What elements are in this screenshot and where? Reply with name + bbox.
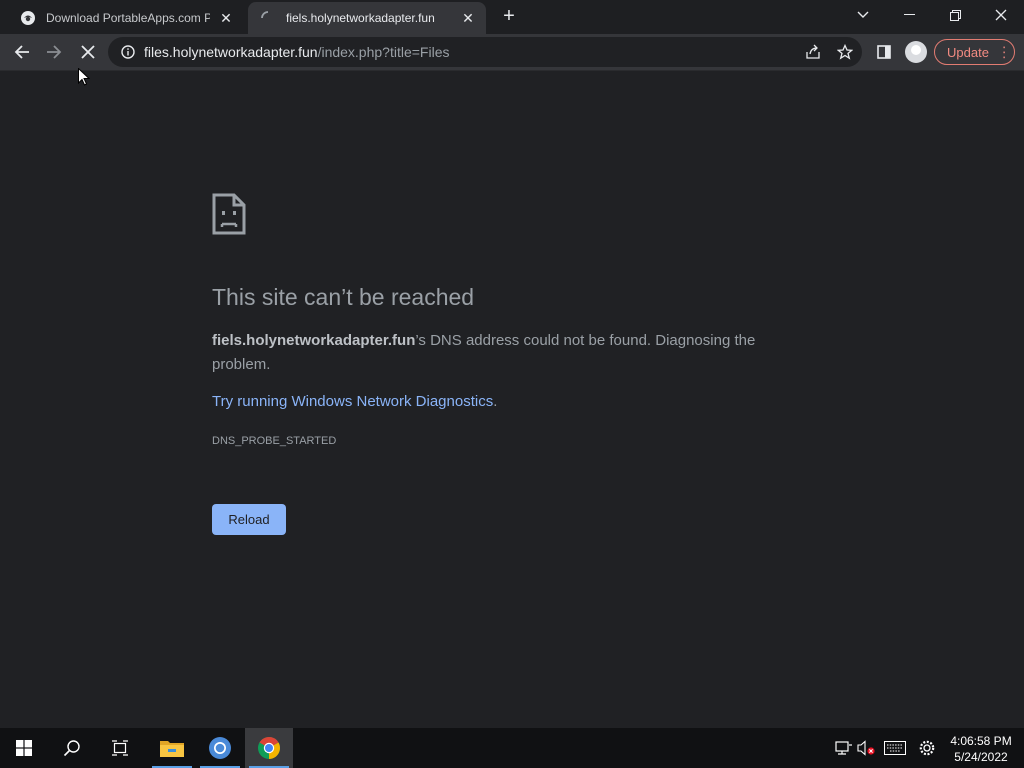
update-button[interactable]: Update ⋅ ⋅ ⋅ [934, 39, 1015, 65]
url-path: /index.php?title=Files [317, 44, 450, 60]
tab-search-chevron-icon[interactable] [840, 0, 886, 30]
volume-muted-icon[interactable] [857, 738, 877, 758]
mouse-cursor-icon [78, 68, 90, 86]
stop-loading-button[interactable] [74, 38, 102, 66]
chrome-icon [258, 737, 280, 759]
loading-spinner-icon [260, 10, 276, 26]
desktop: Download PortableApps.com Pla ✕ fiels.ho… [0, 0, 1024, 768]
settings-gear-icon[interactable] [917, 738, 937, 758]
forward-button[interactable] [40, 38, 68, 66]
error-description: fiels.holynetworkadapter.fun’s DNS addre… [212, 329, 772, 377]
close-tab-icon[interactable]: ✕ [458, 8, 478, 28]
error-code: DNS_PROBE_STARTED [212, 435, 337, 447]
tab-title: Download PortableApps.com Pla [46, 11, 210, 25]
reload-button[interactable]: Reload [212, 504, 286, 535]
tab-title: fiels.holynetworkadapter.fun [286, 11, 435, 25]
clock-time: 4:06:58 PM [950, 734, 1012, 748]
task-view-button[interactable] [96, 728, 144, 768]
error-title: This site can’t be reached [212, 284, 475, 310]
close-window-button[interactable] [978, 0, 1024, 30]
new-tab-button[interactable]: + [496, 6, 522, 28]
file-explorer-icon [160, 741, 184, 757]
taskbar: 4:06:58 PM 5/24/2022 [0, 728, 1024, 768]
chrome-taskbar-button[interactable] [245, 728, 293, 768]
url-host: files.holynetworkadapter.fun [144, 44, 318, 60]
network-tray-icon[interactable] [834, 738, 854, 758]
windows-logo-icon [16, 740, 32, 756]
task-view-icon [112, 740, 128, 756]
network-diagnostics-link[interactable]: Try running Windows Network Diagnostics [212, 393, 493, 410]
portableapps-favicon [20, 10, 36, 26]
start-button[interactable] [0, 728, 48, 768]
update-label: Update [947, 44, 989, 60]
tab-portableapps[interactable]: Download PortableApps.com Pla ✕ [6, 2, 244, 34]
link-suffix: . [493, 393, 498, 410]
browser-toolbar: files.holynetworkadapter.fun/index.php?t… [0, 34, 1024, 71]
bookmark-star-icon[interactable] [836, 43, 854, 61]
file-explorer-taskbar-button[interactable] [148, 728, 196, 768]
system-clock[interactable]: 4:06:58 PM 5/24/2022 [946, 733, 1016, 765]
network-diagnostics-line: Try running Windows Network Diagnostics. [212, 393, 497, 410]
profile-avatar[interactable] [905, 41, 927, 63]
address-bar[interactable]: files.holynetworkadapter.fun/index.php?t… [108, 37, 862, 67]
error-host: fiels.holynetworkadapter.fun [212, 332, 416, 349]
close-tab-icon[interactable]: ✕ [216, 8, 236, 28]
keyboard-icon[interactable] [883, 738, 907, 758]
chromium-icon [209, 737, 231, 759]
chromium-taskbar-button[interactable] [196, 728, 244, 768]
tab-strip: Download PortableApps.com Pla ✕ fiels.ho… [0, 0, 1024, 34]
more-menu-icon[interactable]: ⋅ ⋅ ⋅ [1002, 41, 1006, 64]
search-icon [63, 740, 80, 757]
tab-holynetworkadapter[interactable]: fiels.holynetworkadapter.fun ✕ [248, 2, 486, 34]
site-info-icon[interactable] [120, 44, 136, 60]
side-panel-icon[interactable] [870, 38, 898, 66]
back-button[interactable] [8, 38, 36, 66]
search-button[interactable] [48, 728, 96, 768]
page-content [0, 71, 1024, 728]
clock-date: 5/24/2022 [954, 750, 1008, 764]
restore-button[interactable] [932, 0, 978, 30]
share-icon[interactable] [804, 43, 822, 61]
minimize-button[interactable] [886, 0, 932, 30]
sad-page-icon [212, 193, 246, 235]
